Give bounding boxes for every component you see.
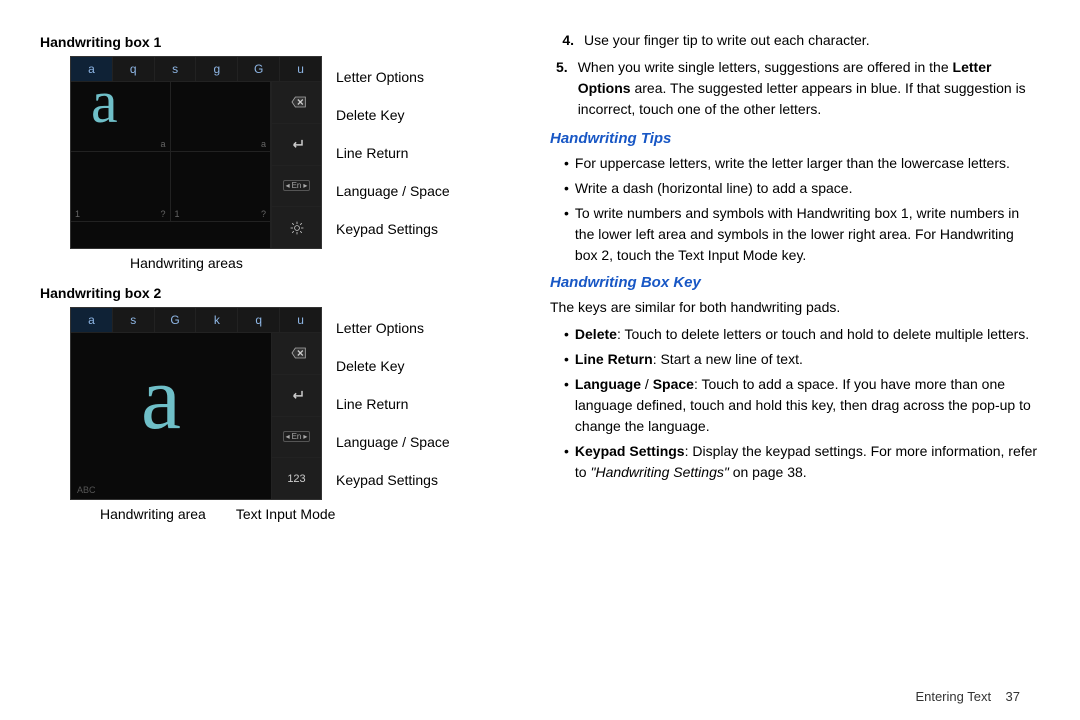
keypad-settings-key: [271, 206, 321, 248]
callout-lang-space: Language / Space: [336, 434, 450, 451]
letter-option: q: [113, 57, 155, 81]
letter-option: k: [196, 308, 238, 332]
page-footer: Entering Text 37: [915, 689, 1020, 704]
letter-option: u: [280, 57, 321, 81]
key-line-return: •Line Return: Start a new line of text.: [550, 349, 1040, 370]
callouts-box1: Letter Options Delete Key Line Return La…: [336, 56, 450, 248]
letter-options-row: a s G k q u: [71, 308, 321, 333]
letter-option: u: [280, 308, 321, 332]
delete-key: [271, 82, 321, 123]
callout-keypad: Keypad Settings: [336, 472, 450, 489]
key-language-space: •Language / Space: Touch to add a space.…: [550, 374, 1040, 437]
text-input-mode-key: 123: [271, 457, 321, 499]
key-delete: •Delete: Touch to delete letters or touc…: [550, 324, 1040, 345]
callout-line-return: Line Return: [336, 396, 450, 413]
handwriting-area: a ABC: [71, 333, 271, 499]
letter-option: a: [71, 308, 113, 332]
figure-box1: a q s g G u aa a 1? 1?: [70, 56, 510, 249]
callout-letter-options: Letter Options: [336, 320, 450, 337]
return-key: [271, 374, 321, 416]
letter-option: g: [196, 57, 238, 81]
tips-heading: Handwriting Tips: [550, 130, 1040, 147]
step-5: 5. When you write single letters, sugges…: [556, 57, 1040, 120]
tip-item: •To write numbers and symbols with Handw…: [550, 203, 1040, 266]
tip-item: •Write a dash (horizontal line) to add a…: [550, 178, 1040, 199]
language-space-key: ◂ En ▸: [271, 165, 321, 207]
box2-heading: Handwriting box 2: [40, 285, 510, 301]
drawn-letter: a: [91, 68, 118, 137]
callout-text-input-mode: Text Input Mode: [236, 506, 336, 522]
tip-item: •For uppercase letters, write the letter…: [550, 153, 1040, 174]
callout-letter-options: Letter Options: [336, 69, 450, 86]
key-intro: The keys are similar for both handwritin…: [550, 297, 1040, 318]
letter-option: s: [113, 308, 155, 332]
callout-delete: Delete Key: [336, 107, 450, 124]
step-4: 4. Use your finger tip to write out each…: [556, 30, 1040, 51]
return-key: [271, 123, 321, 165]
callout-keypad: Keypad Settings: [336, 221, 450, 238]
delete-key: [271, 333, 321, 374]
callout-line-return: Line Return: [336, 145, 450, 162]
callout-lang-space: Language / Space: [336, 183, 450, 200]
side-keys: ◂ En ▸: [271, 82, 321, 248]
boxkey-heading: Handwriting Box Key: [550, 274, 1040, 291]
callout-handwriting-area: Handwriting area: [100, 506, 206, 522]
callout-handwriting-areas: Handwriting areas: [130, 255, 243, 271]
letter-option: s: [155, 57, 197, 81]
callout-delete: Delete Key: [336, 358, 450, 375]
letter-option: G: [155, 308, 197, 332]
letter-option: G: [238, 57, 280, 81]
box1-heading: Handwriting box 1: [40, 34, 510, 50]
letter-option: q: [238, 308, 280, 332]
drawn-letter: a: [141, 347, 181, 450]
language-space-key: ◂ En ▸: [271, 416, 321, 458]
callouts-box2: Letter Options Delete Key Line Return La…: [336, 307, 450, 499]
figure-box2: a s G k q u a ABC ◂ En ▸: [70, 307, 510, 500]
key-keypad-settings: •Keypad Settings: Display the keypad set…: [550, 441, 1040, 483]
